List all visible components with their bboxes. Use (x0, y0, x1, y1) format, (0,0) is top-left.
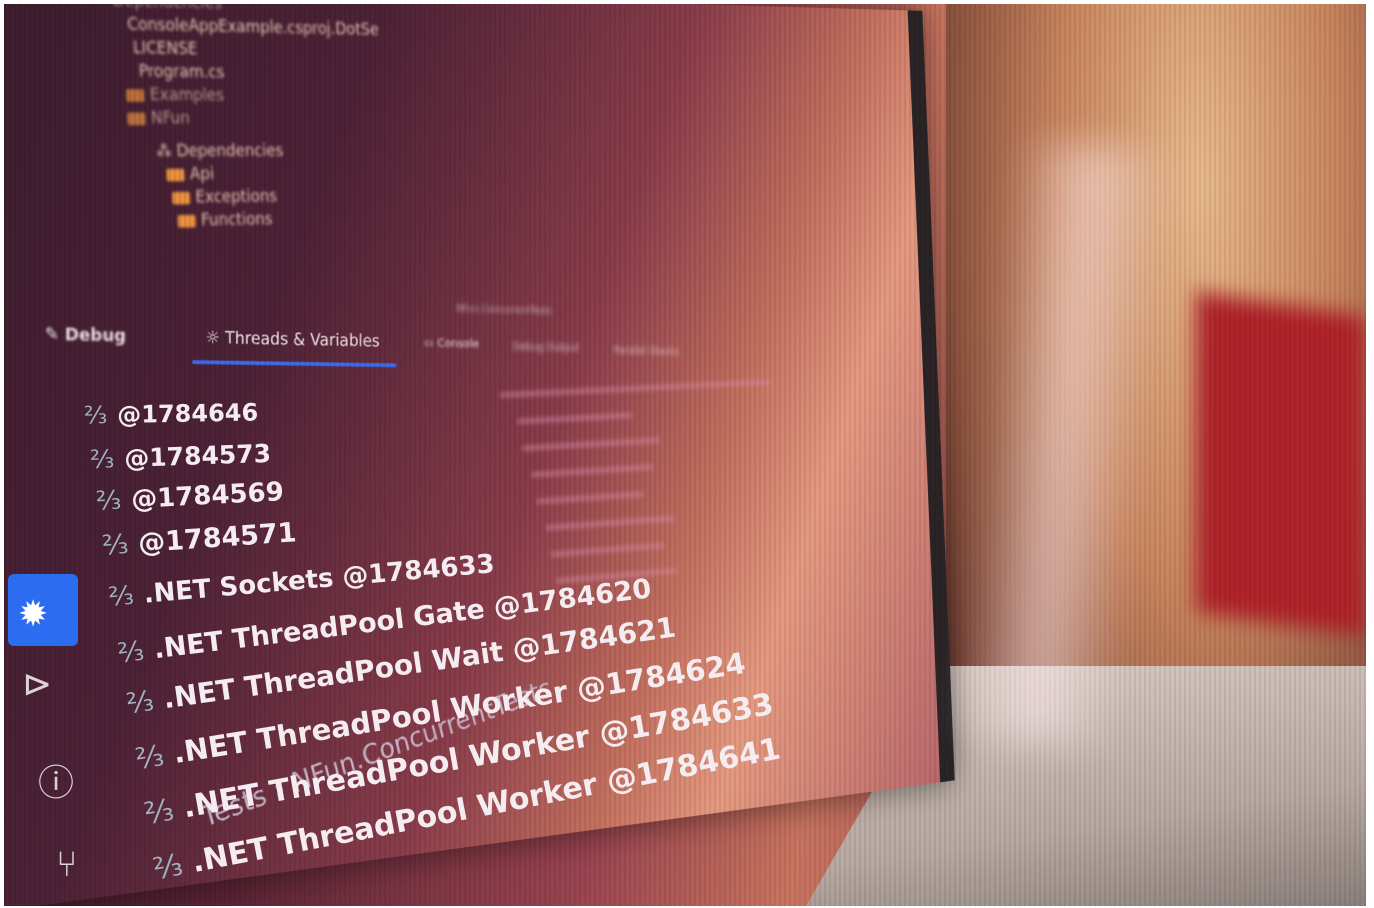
terminal-icon[interactable]: ⊳ (22, 664, 52, 705)
project-tree: Dependencies ConsoleAppExample.csproj.Do… (93, 4, 531, 236)
thread-row[interactable]: ⅔ @1784646 (84, 398, 259, 429)
dependencies-icon: ⁂ (155, 141, 178, 162)
red-object (1196, 292, 1366, 636)
console-icon: ▭ (423, 336, 438, 351)
debug-tool-button[interactable]: ✹ (8, 574, 78, 646)
thread-icon: ☼ (205, 327, 225, 349)
thread-icon: ⅔ (95, 485, 123, 517)
debug-tab-bar: ✎ Debug ☼ Threads & Variables ▭ Console … (35, 302, 775, 368)
folder-icon (126, 111, 146, 125)
folder-icon (171, 191, 191, 205)
tree-item[interactable]: Examples (125, 85, 526, 107)
thread-icon: ⅔ (101, 529, 130, 562)
tool-window-strip: ✹ ⊳ ⓘ ⑂ (8, 564, 78, 906)
active-tab-indicator (192, 360, 397, 368)
photo: Dependencies ConsoleAppExample.csproj.Do… (4, 4, 1366, 906)
tab-console[interactable]: ▭ Console (424, 336, 479, 351)
bug-icon: ✹ (18, 594, 49, 635)
tree-item[interactable]: Exceptions (171, 185, 531, 207)
thread-icon: ⅔ (89, 444, 115, 475)
thread-icon: ⅔ (116, 635, 146, 670)
thread-icon: ⅔ (83, 401, 108, 430)
tree-item[interactable]: Api (166, 164, 529, 185)
folder-icon (125, 88, 145, 102)
debug-title: ✎ Debug (44, 324, 126, 347)
problems-icon[interactable]: ⓘ (38, 754, 74, 806)
folder-icon (177, 214, 197, 228)
debug-icon: ✎ (44, 324, 65, 346)
thread-icon: ⅔ (133, 738, 167, 777)
tree-item[interactable]: NFun (126, 109, 527, 130)
thread-icon: ⅔ (107, 580, 136, 613)
thread-icon: ⅔ (150, 847, 186, 888)
git-icon[interactable]: ⑂ (56, 844, 78, 885)
folder-icon (166, 168, 185, 181)
tree-item[interactable]: Program.cs (138, 62, 525, 86)
tab-parallel-stacks[interactable]: Parallel Stacks (614, 344, 679, 358)
tree-item[interactable]: ⁂ Dependencies (156, 142, 529, 161)
thread-icon: ⅔ (141, 792, 177, 833)
tree-item[interactable]: Functions (177, 207, 531, 231)
thread-icon: ⅔ (124, 683, 156, 721)
run-config[interactable]: NFun.ConcurrentTests (456, 302, 551, 316)
tab-debug-output[interactable]: Debug Output (513, 340, 580, 354)
tree-item[interactable]: LICENSE (133, 39, 525, 65)
tab-threads-variables[interactable]: ☼ Threads & Variables (192, 327, 397, 368)
